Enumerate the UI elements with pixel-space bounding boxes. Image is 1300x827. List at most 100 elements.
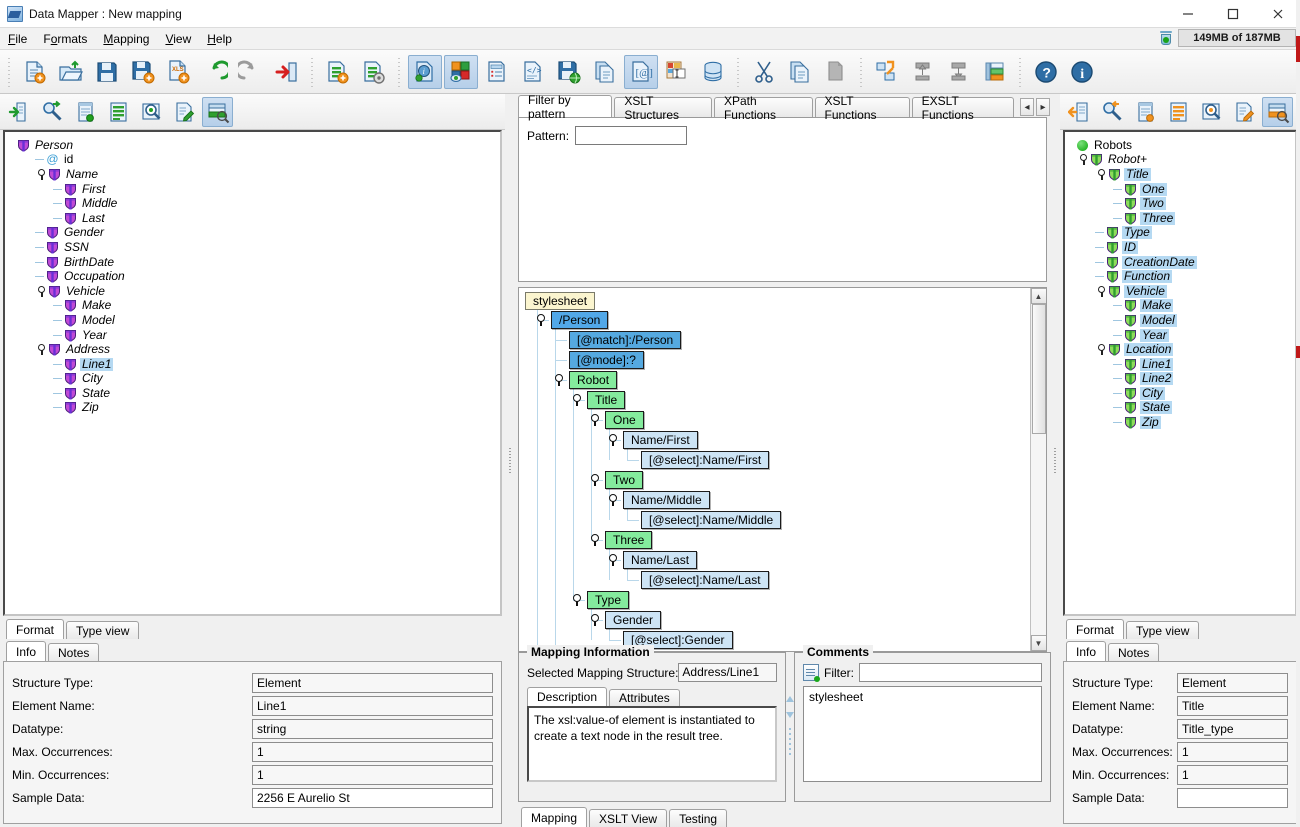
tree-item-vehicle[interactable]: Vehicle (1071, 284, 1295, 299)
tree-expand-handle[interactable] (590, 534, 602, 546)
mapping-node[interactable]: [@select]:Name/First (641, 451, 770, 469)
save-as-button[interactable] (126, 55, 160, 89)
mapping-node[interactable]: Name/Last (623, 551, 698, 569)
copy-button[interactable] (783, 55, 817, 89)
tree-item-function[interactable]: Function (1071, 269, 1295, 284)
tab-xslt-view[interactable]: XSLT View (589, 809, 668, 827)
tree-item-robot+[interactable]: Robot+ (1071, 153, 1295, 168)
scroll-up-button[interactable]: ▲ (1030, 288, 1046, 304)
tree-expand-handle[interactable] (35, 343, 48, 356)
tree-item-vehicle[interactable]: Vehicle (11, 284, 500, 299)
tree-item-title[interactable]: Title (1071, 167, 1295, 182)
tree-expand-handle[interactable] (536, 314, 548, 326)
mapping-node[interactable]: Name/First (623, 431, 698, 449)
undo-button[interactable] (198, 55, 232, 89)
about-button[interactable]: i (1065, 55, 1099, 89)
mapping-node[interactable]: [@select]:Name/Middle (641, 511, 782, 529)
tree-expand-handle[interactable] (572, 594, 584, 606)
tree-expand-handle[interactable] (590, 474, 602, 486)
mapping-node[interactable]: Two (605, 471, 644, 489)
mapping-comments-splitter[interactable] (786, 652, 794, 802)
pencil-document-button[interactable] (1229, 97, 1260, 127)
tree-item-model[interactable]: Model (11, 313, 500, 328)
properties-button[interactable] (480, 55, 514, 89)
tree-item-line1[interactable]: Line1 (1071, 357, 1295, 372)
comments-filter-input[interactable] (859, 663, 1042, 682)
mapping-node[interactable]: [@mode]:? (569, 351, 644, 369)
menu-file[interactable]: File (0, 29, 35, 49)
auto-map-button[interactable] (870, 55, 904, 89)
mapping-node[interactable]: [@select]:Name/Last (641, 571, 769, 589)
redo-button[interactable] (234, 55, 268, 89)
tree-expand-handle[interactable] (608, 494, 620, 506)
menu-formats[interactable]: Formats (35, 29, 95, 49)
tree-expand-handle[interactable] (1077, 153, 1090, 166)
list-lines-button[interactable] (103, 97, 134, 127)
save-result-button[interactable] (552, 55, 586, 89)
tree-item-line1[interactable]: Line1 (11, 357, 500, 372)
list-lines-button[interactable] (1163, 97, 1194, 127)
tree-item-robots[interactable]: Robots (1071, 138, 1295, 153)
memory-usage-label[interactable]: 149MB of 187MB (1178, 29, 1296, 47)
grid-view-button[interactable] (978, 55, 1012, 89)
tab-attributes[interactable]: Attributes (609, 689, 680, 706)
tab-exslt-functions[interactable]: EXSLT Functions (911, 94, 1014, 122)
tree-item-city[interactable]: City (1071, 386, 1295, 401)
mapping-node[interactable]: Gender (605, 611, 662, 629)
tree-expand-handle[interactable] (590, 414, 602, 426)
mapping-tree-scrollbar[interactable]: ▲ ▼ (1030, 288, 1046, 651)
mapping-node[interactable]: stylesheet (525, 292, 596, 310)
align-down-button[interactable] (942, 55, 976, 89)
tree-item-line2[interactable]: Line2 (1071, 372, 1295, 387)
tab-mapping[interactable]: Mapping (521, 807, 588, 827)
align-up-button[interactable] (906, 55, 940, 89)
collapse-left-arrow-icon[interactable] (786, 696, 794, 702)
tree-item-two[interactable]: Two (1071, 196, 1295, 211)
sample-data-value[interactable] (1177, 788, 1288, 808)
left-splitter[interactable] (505, 94, 515, 827)
maximize-button[interactable] (1210, 0, 1255, 28)
tree-item-zip[interactable]: Zip (1071, 415, 1295, 430)
datatype-value[interactable]: Title_type (1177, 719, 1288, 739)
scroll-thumb[interactable] (1031, 304, 1046, 434)
close-button[interactable] (1255, 0, 1300, 28)
scroll-down-button[interactable]: ▼ (1030, 635, 1046, 651)
tree-item-occupation[interactable]: Occupation (11, 269, 500, 284)
find-structure-button[interactable] (37, 97, 68, 127)
tab-info[interactable]: Info (1066, 641, 1107, 661)
recycle-bin-icon[interactable] (1158, 30, 1174, 46)
tab-type-view[interactable]: Type view (1126, 621, 1200, 639)
tree-item-location[interactable]: Location (1071, 342, 1295, 357)
toolbar-grip[interactable] (5, 54, 14, 89)
tree-item-year[interactable]: Year (11, 328, 500, 343)
tab-format[interactable]: Format (1066, 619, 1125, 639)
mapping-node[interactable]: [@match]:/Person (569, 331, 682, 349)
element-name-value[interactable]: Line1 (252, 696, 493, 716)
tree-item-last[interactable]: Last (11, 211, 500, 226)
tree-expand-handle[interactable] (572, 394, 584, 406)
structure-options-button[interactable] (357, 55, 391, 89)
tree-item-type[interactable]: Type (1071, 226, 1295, 241)
tree-item-gender[interactable]: Gender (11, 226, 500, 241)
tree-item-city[interactable]: City (11, 372, 500, 387)
tree-expand-handle[interactable] (1095, 343, 1108, 356)
tab-type-view[interactable]: Type view (66, 621, 140, 639)
tree-expand-handle[interactable] (554, 374, 566, 386)
min-occurrences-value[interactable]: 1 (252, 765, 493, 785)
tree-item-zip[interactable]: Zip (11, 401, 500, 416)
mapping-node[interactable]: Three (605, 531, 653, 549)
copy-structure-button[interactable] (588, 55, 622, 89)
cut-button[interactable] (747, 55, 781, 89)
menu-help[interactable]: Help (199, 29, 240, 49)
tree-item-make[interactable]: Make (1071, 299, 1295, 314)
tab-xslt-structures[interactable]: XSLT Structures (614, 94, 712, 122)
description-text[interactable]: The xsl:value-of element is instantiated… (527, 706, 777, 782)
tree-item-creationdate[interactable]: CreationDate (1071, 255, 1295, 270)
tree-expand-handle[interactable] (1095, 168, 1108, 181)
scroll-track[interactable] (1030, 434, 1046, 635)
min-occurrences-value[interactable]: 1 (1177, 765, 1288, 785)
notepad-plus-button[interactable] (70, 97, 101, 127)
tree-item-id[interactable]: @ id (11, 153, 500, 168)
tree-item-person[interactable]: Person (11, 138, 500, 153)
tab-testing[interactable]: Testing (669, 809, 728, 827)
